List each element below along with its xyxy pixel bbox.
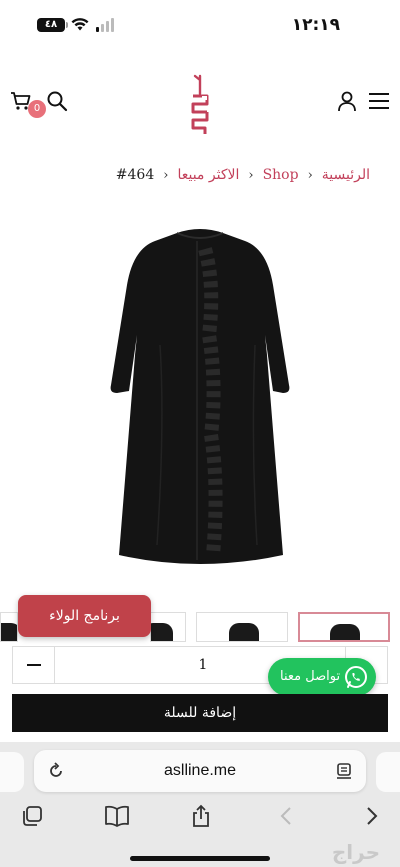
next-tab-preview[interactable] xyxy=(376,752,400,792)
share-icon[interactable] xyxy=(189,804,213,828)
breadcrumb-separator: › xyxy=(248,167,254,183)
home-indicator xyxy=(130,856,270,861)
address-bar[interactable]: aslline.me xyxy=(34,750,366,792)
quantity-input[interactable]: 1 xyxy=(153,647,253,683)
minus-icon xyxy=(27,664,41,666)
quantity-decrease-button[interactable] xyxy=(13,647,55,683)
breadcrumb-home-link[interactable]: الرئيسية xyxy=(322,167,370,183)
whatsapp-icon xyxy=(345,666,367,688)
battery-tip xyxy=(66,22,68,28)
thumbnail-active[interactable] xyxy=(298,612,390,642)
whatsapp-label: تواصل معنا xyxy=(280,669,341,684)
watermark: حراج xyxy=(331,840,380,864)
cellular-signal-icon xyxy=(96,18,114,32)
cart-count-badge: 0 xyxy=(28,100,46,118)
breadcrumb-separator: › xyxy=(307,167,313,183)
breadcrumb-category-link[interactable]: الاكثر مبيعا xyxy=(177,167,239,183)
browser-chrome: aslline.me حراج xyxy=(0,742,400,867)
status-bar: ١٢:١٩ ٤٨ xyxy=(0,0,400,52)
thumbnail[interactable] xyxy=(196,612,288,642)
thumbnail[interactable] xyxy=(150,612,186,642)
bookmarks-icon[interactable] xyxy=(104,804,130,828)
breadcrumb-current: #464 xyxy=(115,167,155,183)
back-icon[interactable] xyxy=(276,804,296,828)
browser-toolbar xyxy=(0,800,400,840)
brand-logo[interactable] xyxy=(183,72,217,138)
cart-button[interactable]: 0 xyxy=(10,90,46,118)
url-text: aslline.me xyxy=(163,762,237,779)
loyalty-program-button[interactable]: برنامج الولاء xyxy=(18,595,151,637)
product-image[interactable] xyxy=(105,225,295,570)
whatsapp-contact-button[interactable]: تواصل معنا xyxy=(268,658,376,696)
thumbnail[interactable] xyxy=(0,612,18,642)
reader-mode-icon[interactable] xyxy=(334,761,354,781)
previous-tab-preview[interactable] xyxy=(0,752,24,792)
hamburger-menu-icon[interactable] xyxy=(368,92,390,110)
forward-icon[interactable] xyxy=(362,804,382,828)
search-icon[interactable] xyxy=(46,90,68,112)
add-to-cart-button[interactable]: إضافة للسلة xyxy=(12,694,388,732)
tabs-icon[interactable] xyxy=(20,804,44,828)
breadcrumb-separator: › xyxy=(163,167,169,183)
breadcrumb-shop-link[interactable]: Shop xyxy=(263,167,299,183)
site-header: 0 xyxy=(0,72,400,142)
wifi-icon xyxy=(71,18,89,31)
status-time: ١٢:١٩ xyxy=(291,15,340,35)
account-icon[interactable] xyxy=(336,90,358,112)
battery-icon: ٤٨ xyxy=(37,18,65,32)
breadcrumb: الرئيسية › Shop › الاكثر مبيعا › #464 xyxy=(116,164,370,186)
